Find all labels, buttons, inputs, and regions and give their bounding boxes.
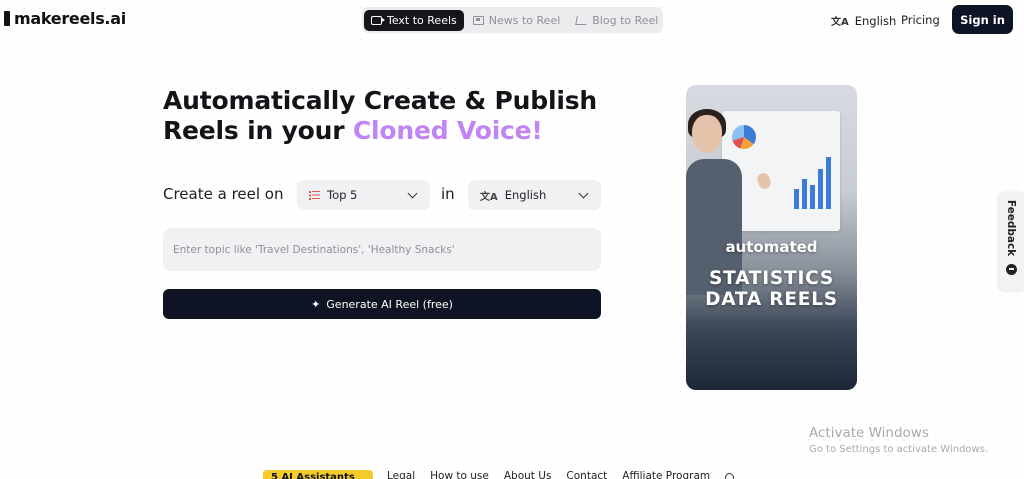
preview-title-line1: STATISTICS: [709, 268, 834, 289]
translate-icon: 文A: [480, 191, 498, 203]
headline-line2-prefix: Reels in your: [163, 116, 353, 145]
bar-graphic: [802, 179, 807, 209]
tab-news-to-reel[interactable]: News to Reel: [466, 10, 568, 31]
tab-label: Blog to Reel: [592, 13, 659, 27]
activate-windows-watermark: Activate Windows Go to Settings to activ…: [809, 425, 988, 455]
footer-link-affiliate[interactable]: Affiliate Program: [622, 470, 710, 479]
footer-link-how-to-use[interactable]: How to use: [430, 470, 489, 479]
magic-wand-icon: ✦: [311, 297, 321, 311]
language-switcher[interactable]: 文A English: [831, 13, 897, 29]
mode-tabs: Text to Reels News to Reel Blog to Reel: [362, 7, 663, 33]
bar-graphic: [794, 189, 799, 209]
create-row: Create a reel on Top 5 in 文A English: [163, 180, 603, 210]
language-select[interactable]: 文A English: [468, 180, 601, 210]
preview-title: STATISTICS DATA REELS: [686, 268, 857, 310]
generate-button[interactable]: ✦ Generate AI Reel (free): [163, 289, 601, 319]
generate-label: Generate AI Reel (free): [326, 297, 453, 311]
chevron-down-icon: [407, 188, 418, 199]
feedback-label: Feedback: [1005, 199, 1017, 257]
format-select[interactable]: Top 5: [297, 180, 430, 210]
language-label: English: [854, 13, 897, 28]
tab-text-to-reels[interactable]: Text to Reels: [364, 9, 464, 31]
pricing-link[interactable]: Pricing: [901, 13, 940, 27]
bar-graphic: [818, 169, 823, 209]
bar-graphic: [826, 157, 831, 209]
create-label: Create a reel on: [163, 185, 284, 203]
footer-link-about[interactable]: About Us: [504, 470, 552, 479]
feedback-tab[interactable]: Feedback: [999, 192, 1024, 291]
list-icon: [309, 190, 320, 200]
headline-line1: Automatically Create & Publish: [163, 86, 597, 115]
tab-label: Text to Reels: [387, 13, 457, 27]
news-icon: [472, 15, 484, 25]
logo-text: makereels.ai: [14, 9, 126, 28]
headline-accent: Cloned Voice!: [352, 116, 543, 145]
tab-label: News to Reel: [488, 13, 561, 27]
logo[interactable]: makereels.ai: [4, 9, 126, 28]
format-value: Top 5: [327, 188, 358, 202]
footer-link-legal[interactable]: Legal: [387, 470, 415, 479]
in-label: in: [441, 185, 455, 203]
watermark-subtitle: Go to Settings to activate Windows.: [809, 444, 989, 455]
footer-nav: 5 AI Assistants Legal How to use About U…: [263, 470, 735, 479]
preview-title-line2: DATA REELS: [705, 289, 838, 310]
language-value: English: [504, 188, 547, 202]
tab-blog-to-reel[interactable]: Blog to Reel: [569, 10, 665, 31]
feedback-icon: [1006, 264, 1017, 275]
logo-mark-icon: [4, 11, 10, 26]
chevron-down-icon: [578, 188, 589, 199]
page-headline: Automatically Create & Publish Reels in …: [163, 86, 597, 146]
presenter-figure: [686, 105, 744, 295]
translate-icon: 文A: [831, 17, 849, 28]
video-icon: [371, 15, 385, 25]
signin-button[interactable]: Sign in: [952, 5, 1013, 34]
topic-input[interactable]: [163, 228, 601, 271]
presenter-head: [692, 115, 722, 153]
footer-link-contact[interactable]: Contact: [566, 470, 607, 479]
circle-icon[interactable]: [725, 473, 735, 479]
preview-subtitle: automated: [725, 238, 818, 256]
blog-icon: [575, 15, 589, 25]
reel-preview: automated STATISTICS DATA REELS: [686, 85, 857, 390]
ai-assistants-badge[interactable]: 5 AI Assistants: [263, 470, 373, 479]
watermark-title: Activate Windows: [809, 425, 929, 441]
bar-graphic: [810, 185, 815, 209]
